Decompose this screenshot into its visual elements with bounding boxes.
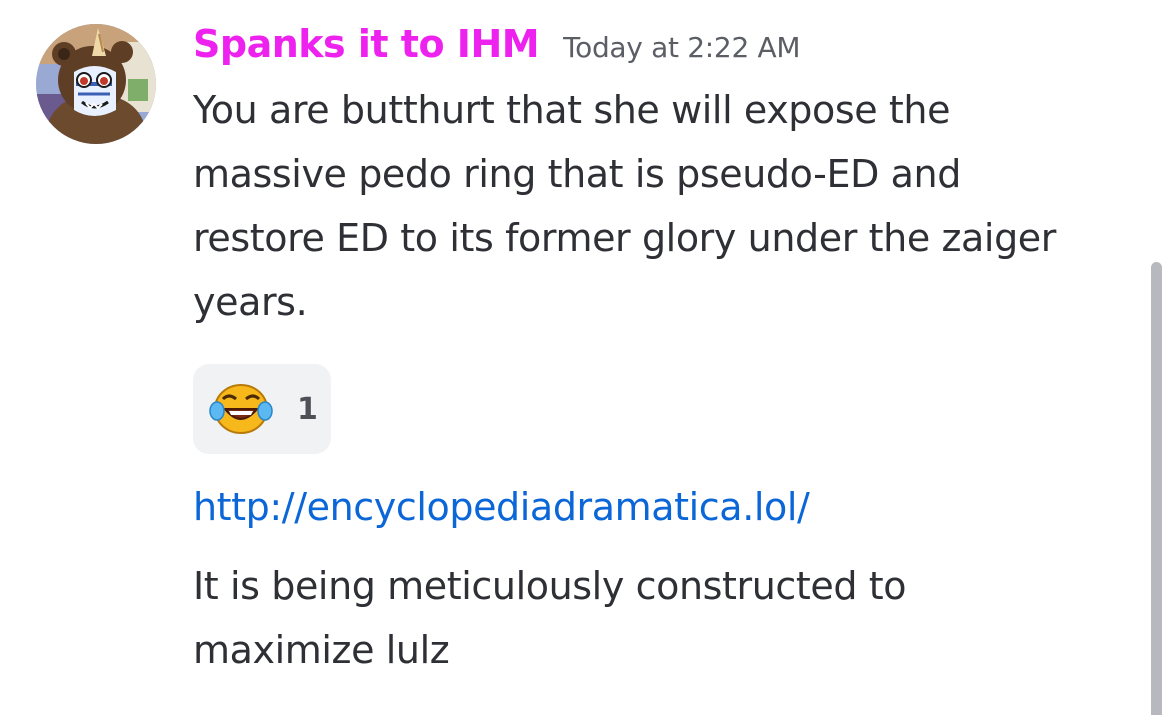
message-link[interactable]: http://encyclopediadramatica.lol/ — [193, 482, 1143, 532]
message-text-line: It is being meticulously constructed to — [193, 564, 907, 608]
furry-character-avatar-icon — [36, 24, 156, 144]
reaction-count: 1 — [297, 391, 318, 427]
message-text-line: massive pedo ring that is pseudo-ED and — [193, 152, 961, 196]
username[interactable]: Spanks it to IHM — [193, 22, 540, 66]
laughing-crying-emoji-icon — [209, 384, 273, 434]
user-avatar[interactable] — [36, 24, 156, 144]
scrollbar-thumb[interactable] — [1151, 262, 1162, 715]
message-text-line: You are butthurt that she will expose th… — [193, 88, 951, 132]
message-text: You are butthurt that she will expose th… — [193, 78, 1143, 334]
message-text-line: years. — [193, 280, 308, 324]
message-text-line: restore ED to its former glory under the… — [193, 216, 1056, 260]
message-timestamp: Today at 2:22 AM — [563, 31, 801, 64]
message-view: Spanks it to IHM Today at 2:22 AM You ar… — [0, 0, 1170, 715]
reaction-button[interactable]: 1 — [193, 364, 331, 454]
message: Spanks it to IHM Today at 2:22 AM You ar… — [193, 22, 1143, 682]
message-header: Spanks it to IHM Today at 2:22 AM — [193, 22, 1143, 78]
message-text-2: It is being meticulously constructed to … — [193, 554, 1143, 682]
message-text-line: maximize lulz — [193, 628, 450, 672]
